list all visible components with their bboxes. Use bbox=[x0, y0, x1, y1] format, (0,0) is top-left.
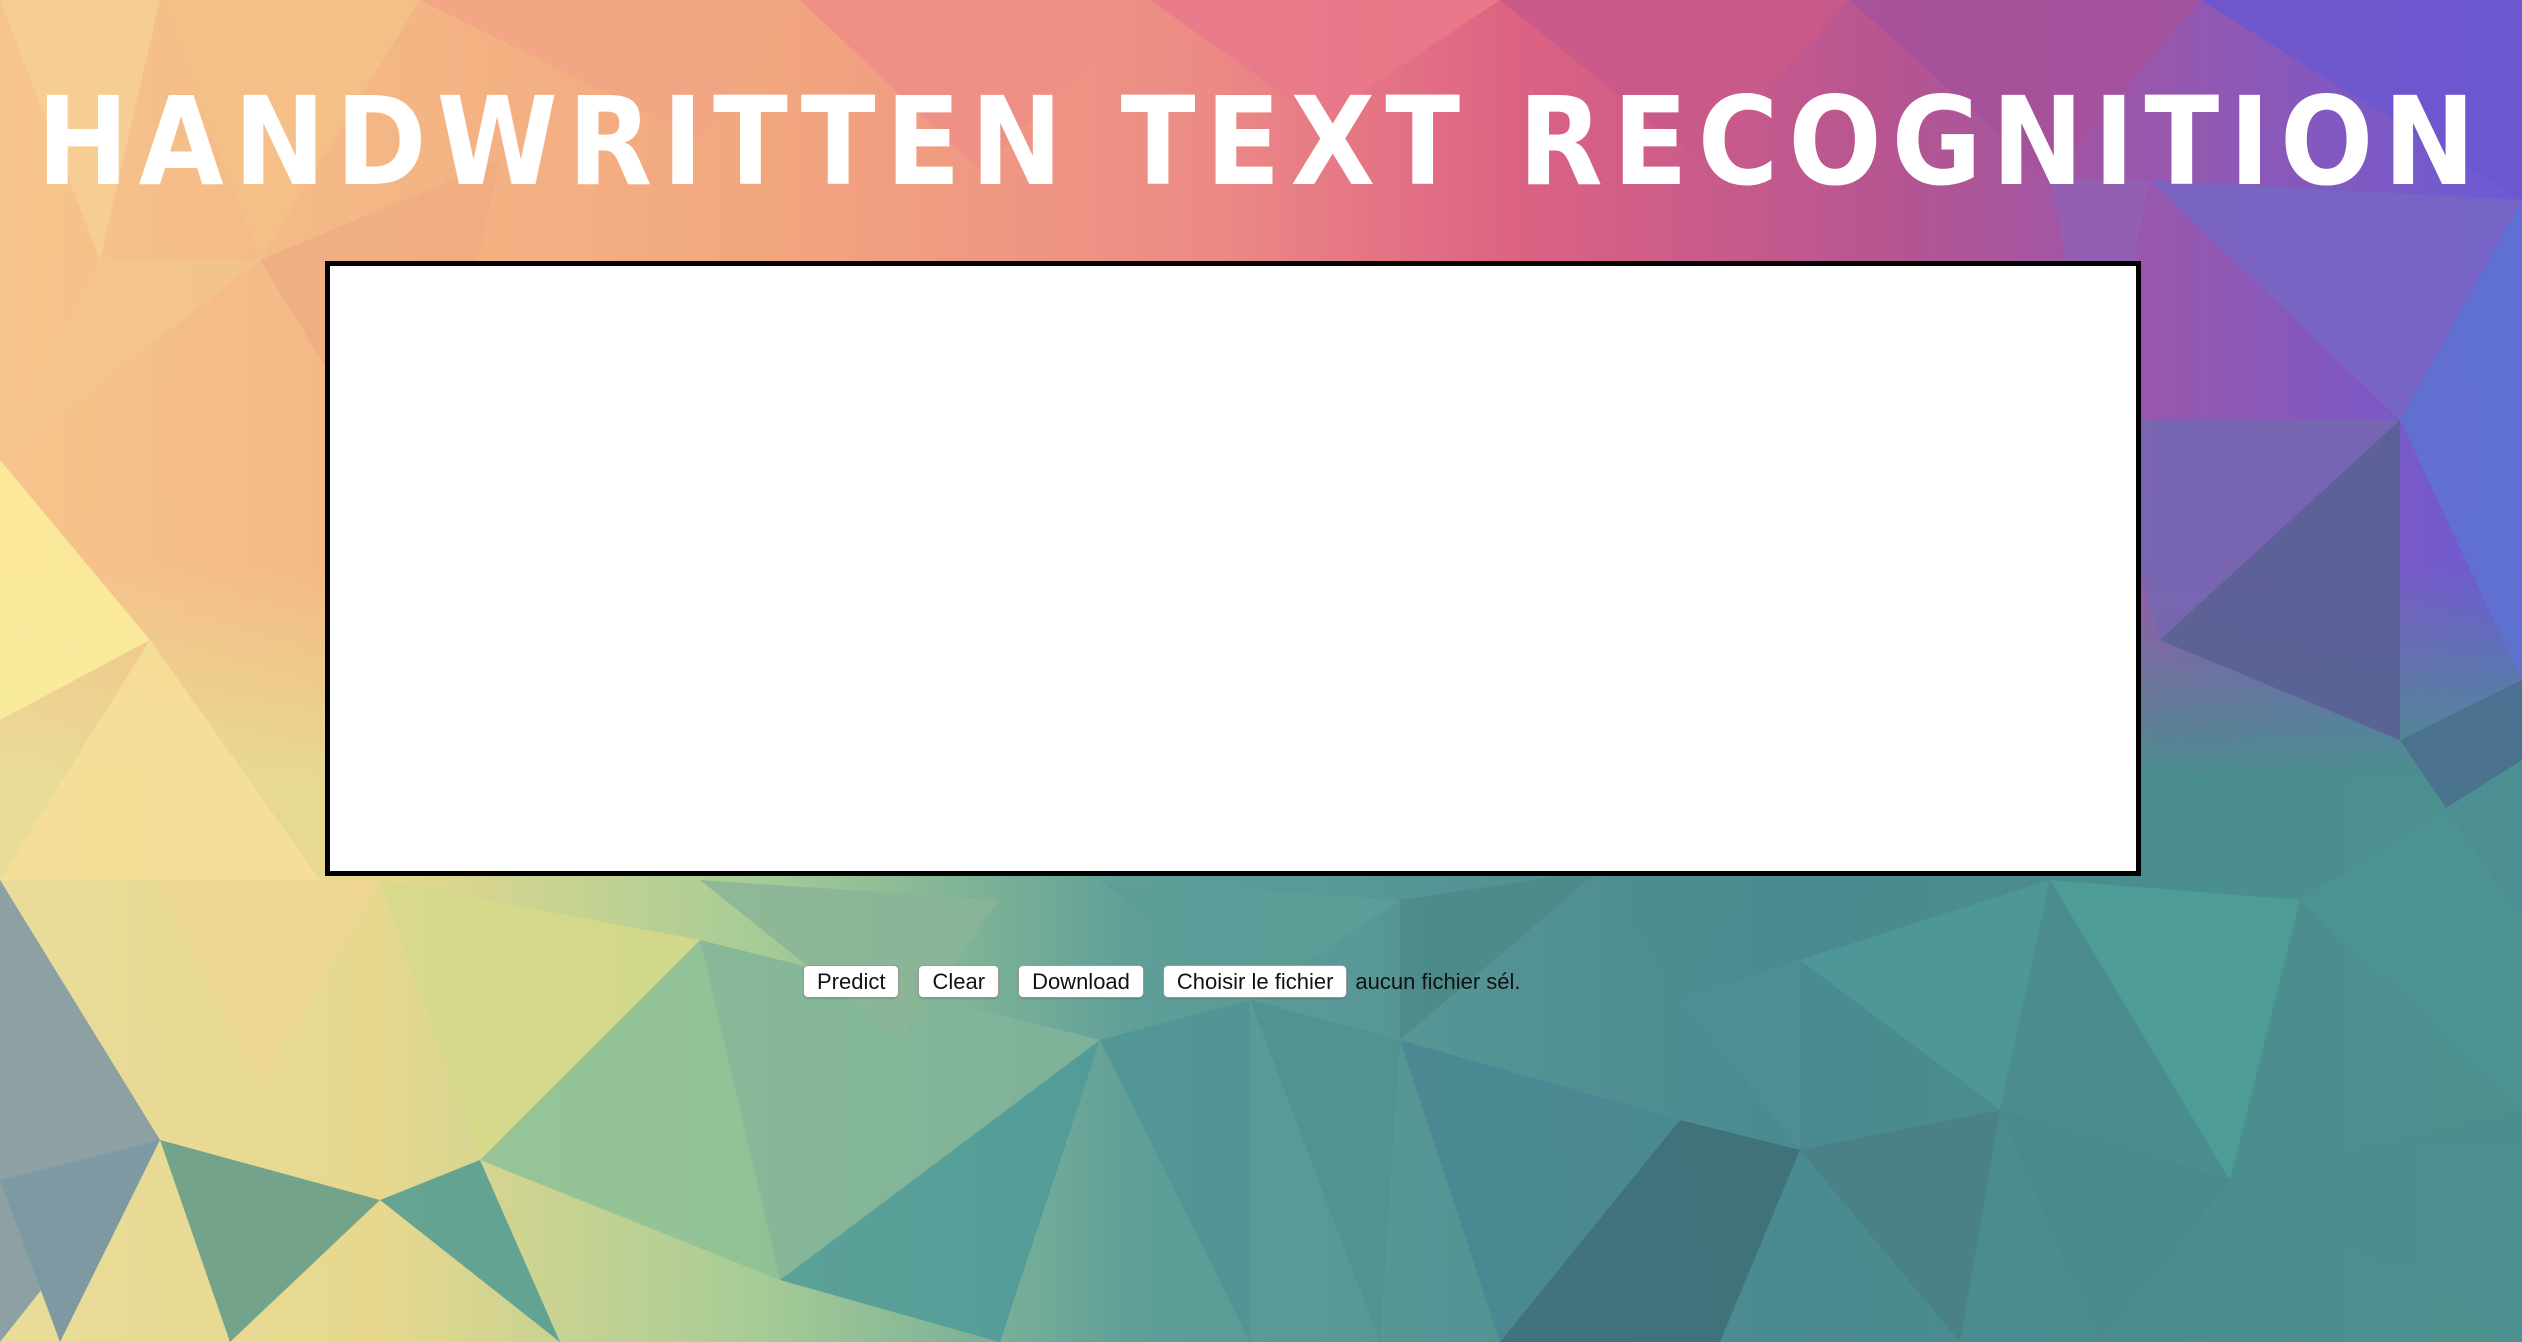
controls-bar: Predict Clear Download Choisir le fichie… bbox=[803, 964, 1521, 998]
choose-file-button[interactable]: Choisir le fichier bbox=[1162, 964, 1348, 998]
download-button[interactable]: Download bbox=[1018, 964, 1144, 998]
page: HANDWRITTEN TEXT RECOGNITION Predict Cle… bbox=[0, 0, 2522, 1342]
predict-button[interactable]: Predict bbox=[803, 964, 900, 998]
file-status-text: aucun fichier sél. bbox=[1355, 968, 1521, 994]
drawing-canvas[interactable] bbox=[325, 261, 2141, 876]
clear-button[interactable]: Clear bbox=[918, 964, 1000, 998]
page-title: HANDWRITTEN TEXT RECOGNITION bbox=[36, 71, 2486, 213]
